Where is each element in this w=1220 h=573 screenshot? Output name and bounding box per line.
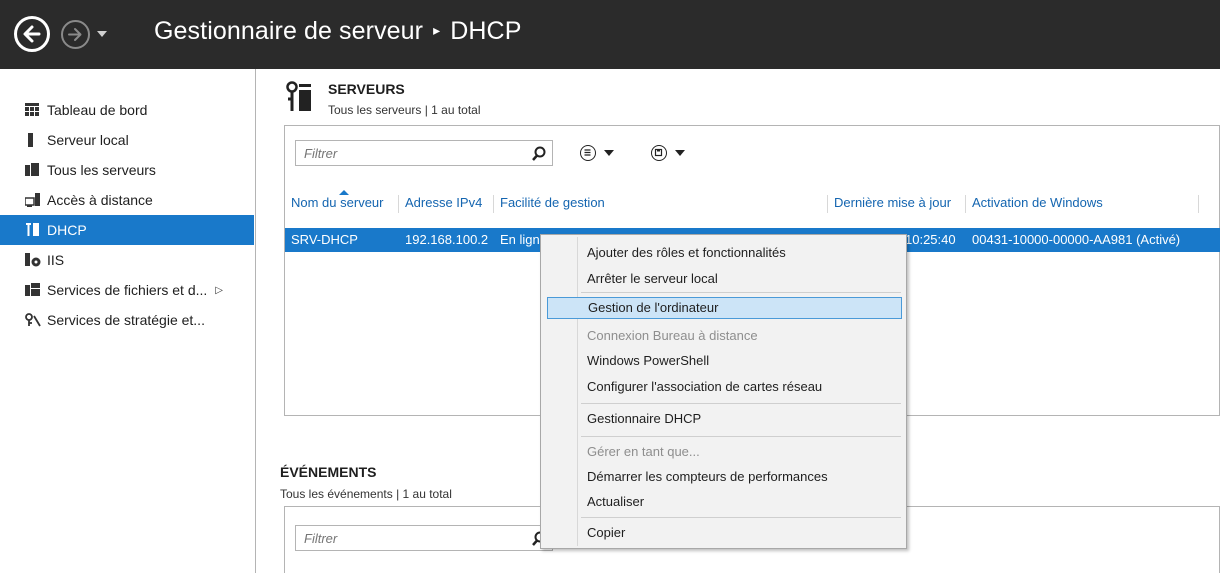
server-icon: [25, 133, 37, 147]
events-filter: [295, 525, 553, 551]
page-title: Gestionnaire de serveur ▸ DHCP: [154, 17, 522, 46]
servers-subtitle: Tous les serveurs | 1 au total: [328, 103, 481, 117]
column-header-activation[interactable]: Activation de Windows: [966, 195, 1199, 213]
column-header-last-update[interactable]: Dernière mise à jour: [828, 195, 966, 213]
column-header-server-name[interactable]: Nom du serveur: [285, 195, 399, 213]
menu-item-manage-as[interactable]: Gérer en tant que...: [547, 441, 902, 463]
back-arrow-icon[interactable]: [14, 16, 50, 52]
sidebar-item-dashboard[interactable]: Tableau de bord: [0, 95, 254, 125]
sidebar-item-label: Serveur local: [47, 132, 129, 148]
menu-separator: [581, 436, 901, 437]
events-filter-input[interactable]: [296, 526, 521, 550]
menu-separator: [581, 517, 901, 518]
servers-filter: [295, 140, 553, 166]
remote-access-icon: [24, 193, 40, 207]
sidebar-item-policy-services[interactable]: Services de stratégie et...: [0, 305, 254, 335]
chevron-down-icon: [604, 150, 614, 156]
sidebar: Tableau de bord Serveur local Tous les s…: [0, 69, 256, 573]
cell-last-update: 10:25:40: [905, 232, 956, 247]
list-options-button[interactable]: [580, 141, 624, 165]
menu-separator: [581, 292, 901, 293]
sidebar-item-label: Tous les serveurs: [47, 162, 156, 178]
menu-item-add-roles[interactable]: Ajouter des rôles et fonctionnalités: [547, 242, 902, 264]
history-dropdown-icon[interactable]: [97, 31, 107, 37]
cell-server-name: SRV-DHCP: [291, 232, 358, 247]
column-header-manageability[interactable]: Facilité de gestion: [494, 195, 828, 213]
servers-icon: [25, 163, 39, 177]
menu-item-nic-teaming[interactable]: Configurer l'association de cartes résea…: [547, 376, 902, 398]
sidebar-item-iis[interactable]: IIS: [0, 245, 254, 275]
sidebar-item-local-server[interactable]: Serveur local: [0, 125, 254, 155]
app-title: Gestionnaire de serveur: [154, 17, 424, 45]
policy-services-icon: [25, 313, 41, 327]
save-icon: [651, 145, 667, 161]
context-menu: Ajouter des rôles et fonctionnalités Arr…: [540, 234, 907, 549]
menu-item-computer-management[interactable]: Gestion de l'ordinateur: [547, 297, 902, 319]
menu-item-stop-server[interactable]: Arrêter le serveur local: [547, 268, 902, 290]
menu-item-refresh[interactable]: Actualiser: [547, 491, 902, 513]
list-icon: [580, 145, 596, 161]
iis-icon: [25, 253, 41, 267]
menu-item-performance-counters[interactable]: Démarrer les compteurs de performances: [547, 466, 902, 488]
sidebar-item-label: Services de fichiers et d...: [47, 282, 208, 298]
cell-activation: 00431-10000-00000-AA981 (Activé): [972, 232, 1181, 247]
sidebar-item-remote-access[interactable]: Accès à distance: [0, 185, 254, 215]
title-bar: Gestionnaire de serveur ▸ DHCP: [0, 0, 1220, 69]
servers-title: SERVEURS: [328, 81, 405, 97]
save-query-button[interactable]: [651, 141, 695, 165]
menu-item-remote-desktop[interactable]: Connexion Bureau à distance: [547, 325, 902, 347]
sidebar-item-file-services[interactable]: Services de fichiers et d... ▷: [0, 275, 254, 305]
expand-arrow-icon[interactable]: ▷: [215, 285, 223, 296]
column-header-ipv4[interactable]: Adresse IPv4: [399, 195, 494, 213]
breadcrumb-current: DHCP: [450, 17, 522, 45]
sidebar-item-label: Services de stratégie et...: [47, 312, 205, 328]
events-subtitle: Tous les événements | 1 au total: [280, 487, 452, 501]
menu-item-copy[interactable]: Copier: [547, 522, 902, 544]
file-services-icon: [25, 283, 40, 297]
sidebar-item-all-servers[interactable]: Tous les serveurs: [0, 155, 254, 185]
dashboard-icon: [25, 103, 39, 117]
search-icon[interactable]: [532, 146, 546, 164]
forward-arrow-icon[interactable]: [61, 20, 90, 49]
servers-filter-input[interactable]: [296, 141, 521, 165]
events-title: ÉVÉNEMENTS: [280, 464, 377, 480]
cell-ipv4: 192.168.100.2: [405, 232, 489, 247]
servers-section-icon: [285, 81, 313, 116]
menu-item-dhcp-manager[interactable]: Gestionnaire DHCP: [547, 408, 902, 430]
chevron-down-icon: [675, 150, 685, 156]
menu-item-powershell[interactable]: Windows PowerShell: [547, 350, 902, 372]
cell-manageability: En lign: [500, 232, 540, 247]
menu-separator: [581, 403, 901, 404]
breadcrumb-separator-icon: ▸: [433, 22, 441, 38]
sidebar-item-label: DHCP: [47, 222, 87, 238]
sidebar-item-label: Tableau de bord: [47, 102, 148, 118]
sidebar-item-label: Accès à distance: [47, 192, 153, 208]
sidebar-item-label: IIS: [47, 252, 65, 268]
sidebar-item-dhcp[interactable]: DHCP: [0, 215, 254, 245]
dhcp-icon: [25, 223, 39, 237]
